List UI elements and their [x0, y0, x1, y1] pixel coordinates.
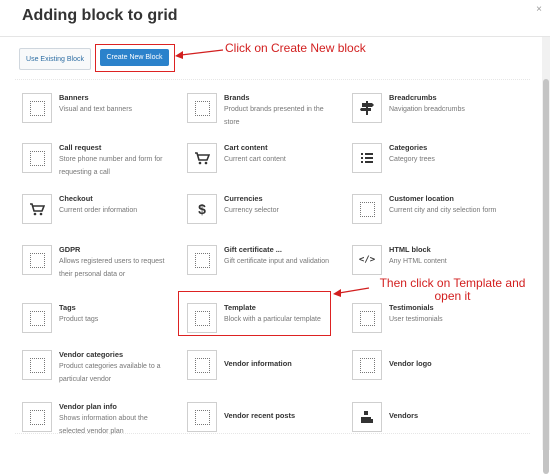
placeholder-icon — [352, 350, 382, 380]
placeholder-icon — [352, 194, 382, 224]
create-new-block-button[interactable]: Create New Block — [100, 49, 169, 66]
block-description: Current order information — [59, 207, 138, 214]
block-tile-gdpr[interactable]: GDPR Allows registered users to request t… — [15, 245, 175, 295]
block-tile-html-block[interactable]: </> HTML block Any HTML content — [345, 245, 505, 295]
block-tile-cart-content[interactable]: Cart content Current cart content — [180, 143, 340, 193]
block-description: Navigation breadcrumbs — [389, 106, 465, 113]
block-name: Cart content — [224, 143, 268, 152]
block-description: Any HTML content — [389, 258, 447, 265]
block-tile-vendors[interactable]: Vendors — [345, 402, 505, 452]
placeholder-icon — [187, 402, 217, 432]
block-name: Breadcrumbs — [389, 93, 437, 102]
placeholder-icon — [22, 143, 52, 173]
block-name: Vendor recent posts — [224, 411, 296, 420]
placeholder-icon — [352, 303, 382, 333]
block-tile-brands[interactable]: Brands Product brands presented in the st… — [180, 93, 340, 143]
block-description: Store phone number and form for requesti… — [59, 156, 163, 176]
signpost-icon — [352, 93, 382, 123]
placeholder-icon — [187, 93, 217, 123]
placeholder-icon — [187, 350, 217, 380]
block-name: Vendor categories — [59, 350, 124, 359]
block-name: Categories — [389, 143, 428, 152]
block-description: Product tags — [59, 316, 99, 323]
block-tile-breadcrumbs[interactable]: Breadcrumbs Navigation breadcrumbs — [345, 93, 505, 143]
block-name: Template — [224, 303, 256, 312]
block-description: Allows registered users to request their… — [59, 258, 165, 278]
block-tile-currencies[interactable]: $ Currencies Currency selector — [180, 194, 340, 244]
cart-icon — [22, 194, 52, 224]
block-tile-checkout[interactable]: Checkout Current order information — [15, 194, 175, 244]
block-description: Block with a particular template — [224, 316, 321, 323]
divider — [15, 79, 530, 80]
dialog-title: Adding block to grid — [22, 7, 178, 24]
dialog-content: Use Existing Block Create New Block Clic… — [15, 37, 530, 439]
block-description: Product brands presented in the store — [224, 106, 324, 126]
block-description: Category trees — [389, 156, 435, 163]
scrollbar[interactable] — [542, 37, 550, 474]
block-name: Vendor plan info — [59, 402, 117, 411]
block-description: Currency selector — [224, 207, 279, 214]
block-name: Brands — [224, 93, 250, 102]
block-tile-banners[interactable]: Banners Visual and text banners — [15, 93, 175, 143]
close-icon[interactable]: × — [536, 4, 542, 15]
block-name: Vendor logo — [389, 359, 432, 368]
placeholder-icon — [22, 245, 52, 275]
block-tile-vendor-categories[interactable]: Vendor categories Product categories avai… — [15, 350, 175, 400]
block-name: Gift certificate ... — [224, 245, 282, 254]
block-tile-categories[interactable]: Categories Category trees — [345, 143, 505, 193]
block-name: Checkout — [59, 194, 93, 203]
block-description: Shows information about the selected ven… — [59, 415, 148, 435]
dollar-icon: $ — [187, 194, 217, 224]
placeholder-icon — [22, 93, 52, 123]
block-name: Call request — [59, 143, 102, 152]
placeholder-icon — [187, 245, 217, 275]
placeholder-icon — [187, 303, 217, 333]
block-tile-vendor-recent-posts[interactable]: Vendor recent posts — [180, 402, 340, 452]
block-name: HTML block — [389, 245, 431, 254]
block-name: Banners — [59, 93, 89, 102]
cart-icon — [187, 143, 217, 173]
block-description: Gift certificate input and validation — [224, 258, 330, 265]
block-description: Product categories available to a partic… — [59, 363, 161, 383]
block-tile-vendor-logo[interactable]: Vendor logo — [345, 350, 505, 400]
block-description: Current cart content — [224, 156, 286, 163]
block-tile-vendor-plan-info[interactable]: Vendor plan info Shows information about … — [15, 402, 175, 452]
use-existing-block-button[interactable]: Use Existing Block — [19, 48, 91, 70]
annotation-create-new: Click on Create New block — [225, 41, 366, 55]
block-tile-customer-location[interactable]: Customer location Current city and city s… — [345, 194, 505, 244]
block-name: GDPR — [59, 245, 81, 254]
block-name: Vendors — [389, 411, 419, 420]
block-description: User testimonials — [389, 316, 443, 323]
block-tile-testimonials[interactable]: Testimonials User testimonials — [345, 303, 505, 353]
block-name: Testimonials — [389, 303, 434, 312]
create-new-highlight: Create New Block — [95, 44, 175, 72]
block-name: Currencies — [224, 194, 263, 203]
annotation-arrow-1 — [175, 49, 224, 59]
block-name: Vendor information — [224, 359, 292, 368]
block-tile-gift-certificate[interactable]: Gift certificate ... Gift certificate inp… — [180, 245, 340, 295]
list-icon — [352, 143, 382, 173]
placeholder-icon — [22, 350, 52, 380]
block-tile-call-request[interactable]: Call request Store phone number and form … — [15, 143, 175, 193]
block-name: Customer location — [389, 194, 454, 203]
scrollbar-thumb[interactable] — [543, 79, 549, 474]
vendor-icon — [352, 402, 382, 432]
placeholder-icon — [22, 402, 52, 432]
block-tile-template[interactable]: Template Block with a particular template — [180, 303, 340, 353]
block-tile-vendor-information[interactable]: Vendor information — [180, 350, 340, 400]
block-description: Current city and city selection form — [389, 207, 497, 214]
placeholder-icon — [22, 303, 52, 333]
block-description: Visual and text banners — [59, 106, 133, 113]
block-tile-tags[interactable]: Tags Product tags — [15, 303, 175, 353]
block-name: Tags — [59, 303, 76, 312]
code-icon: </> — [352, 245, 382, 275]
